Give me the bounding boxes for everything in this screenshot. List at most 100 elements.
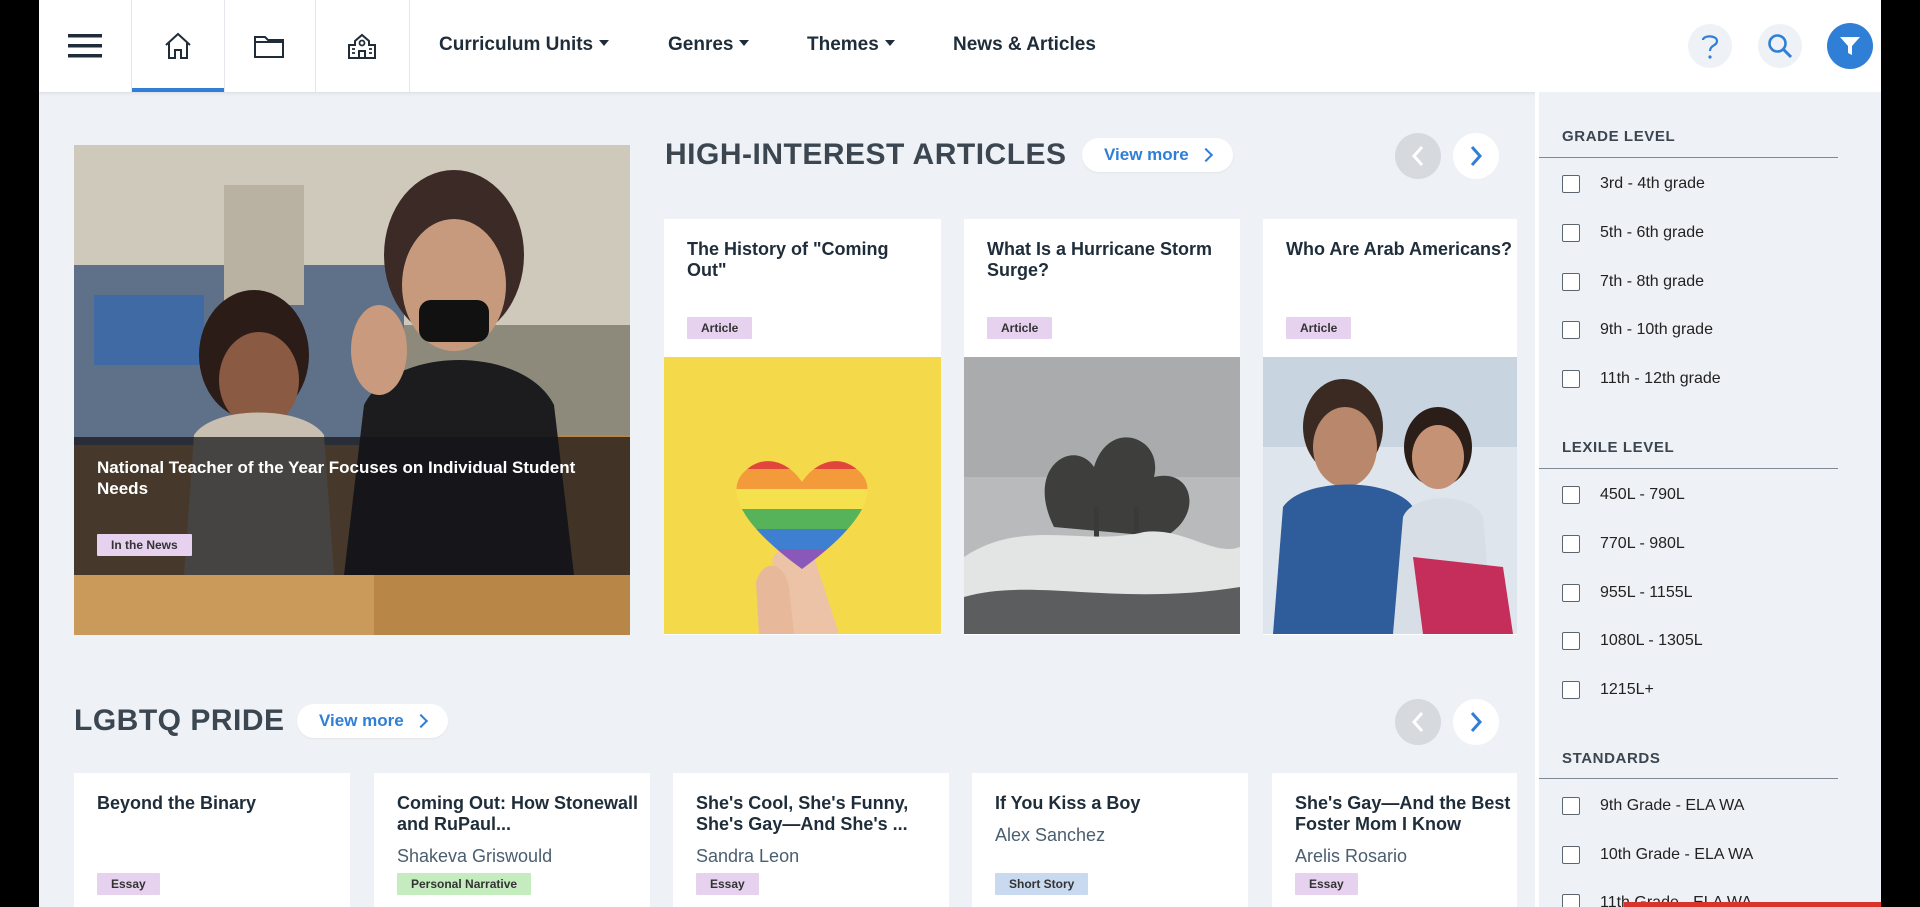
pride-card-author[interactable]: Alex Sanchez bbox=[995, 825, 1105, 846]
filter-button[interactable] bbox=[1827, 23, 1873, 69]
filter-option-lexile[interactable]: 1080L - 1305L bbox=[1562, 632, 1703, 650]
checkbox[interactable] bbox=[1562, 273, 1580, 291]
articles-view-more-button[interactable]: View more bbox=[1082, 138, 1233, 172]
pride-card[interactable]: She's Gay—And the Best Foster Mom I Know… bbox=[1272, 773, 1517, 907]
main-content: National Teacher of the Year Focuses on … bbox=[39, 92, 1535, 907]
articles-prev-button[interactable] bbox=[1395, 133, 1441, 179]
filter-sidebar: GRADE LEVEL 3rd - 4th grade 5th - 6th gr… bbox=[1539, 92, 1881, 907]
nav-genres-label: Genres bbox=[668, 34, 734, 55]
nav-news-articles-label: News & Articles bbox=[953, 34, 1096, 55]
pride-card-tag: Personal Narrative bbox=[397, 873, 532, 895]
featured-article-caption: National Teacher of the Year Focuses on … bbox=[74, 437, 630, 575]
pride-card-author[interactable]: Sandra Leon bbox=[696, 846, 799, 867]
checkbox[interactable] bbox=[1562, 894, 1580, 907]
nav-curriculum-units-label: Curriculum Units bbox=[439, 34, 594, 55]
filter-option-grade[interactable]: 9th - 10th grade bbox=[1562, 321, 1713, 339]
pride-card-tag-wrap: Essay bbox=[696, 873, 759, 895]
pride-card[interactable]: Coming Out: How Stonewall and RuPaul... … bbox=[374, 773, 650, 907]
filter-divider bbox=[1539, 468, 1838, 469]
pride-card-author[interactable]: Shakeva Griswould bbox=[397, 846, 552, 867]
checkbox[interactable] bbox=[1562, 632, 1580, 650]
article-card-tag: Article bbox=[1286, 317, 1352, 339]
pride-card[interactable]: She's Cool, She's Funny, She's Gay—And S… bbox=[673, 773, 949, 907]
article-card-image bbox=[1263, 357, 1517, 634]
checkbox[interactable] bbox=[1562, 797, 1580, 815]
search-icon bbox=[1768, 34, 1793, 59]
featured-article-title[interactable]: National Teacher of the Year Focuses on … bbox=[97, 457, 577, 499]
high-interest-articles-heading: HIGH-INTEREST ARTICLES bbox=[665, 138, 1067, 171]
article-card-tag: Article bbox=[687, 317, 753, 339]
library-tab[interactable] bbox=[223, 0, 316, 92]
checkbox[interactable] bbox=[1562, 584, 1580, 602]
filter-option-lexile[interactable]: 450L - 790L bbox=[1562, 486, 1685, 504]
nav-curriculum-units[interactable]: Curriculum Units bbox=[439, 34, 610, 56]
folder-icon bbox=[254, 36, 284, 58]
caret-down-icon bbox=[599, 40, 610, 46]
filter-option-label: 11th - 12th grade bbox=[1600, 370, 1721, 387]
pride-card-tag-wrap: Personal Narrative bbox=[397, 873, 532, 895]
featured-article-tag-wrap: In the News bbox=[97, 534, 192, 556]
filter-option-grade[interactable]: 7th - 8th grade bbox=[1562, 273, 1704, 291]
nav-news-articles[interactable]: News & Articles bbox=[953, 34, 1096, 56]
checkbox[interactable] bbox=[1562, 321, 1580, 339]
filter-icon bbox=[1840, 37, 1860, 55]
checkbox[interactable] bbox=[1562, 224, 1580, 242]
pride-card[interactable]: If You Kiss a Boy Alex Sanchez Short Sto… bbox=[972, 773, 1248, 907]
filter-option-grade[interactable]: 5th - 6th grade bbox=[1562, 224, 1704, 242]
hamburger-icon bbox=[68, 34, 102, 58]
featured-article-card[interactable]: National Teacher of the Year Focuses on … bbox=[74, 145, 630, 635]
filter-option-standard[interactable]: 9th Grade - ELA WA bbox=[1562, 797, 1744, 815]
rainbow-heart-image bbox=[664, 357, 941, 634]
filter-option-grade[interactable]: 3rd - 4th grade bbox=[1562, 175, 1705, 193]
pride-card-tag: Short Story bbox=[995, 873, 1089, 895]
pride-card[interactable]: Beyond the Binary Essay bbox=[74, 773, 350, 907]
search-button[interactable] bbox=[1758, 24, 1802, 68]
pride-card-title: Coming Out: How Stonewall and RuPaul... bbox=[397, 793, 638, 834]
article-card-tag-wrap: Article bbox=[1286, 317, 1352, 339]
articles-next-button[interactable] bbox=[1453, 133, 1499, 179]
checkbox[interactable] bbox=[1562, 846, 1580, 864]
checkbox[interactable] bbox=[1562, 370, 1580, 388]
filter-option-lexile[interactable]: 770L - 980L bbox=[1562, 535, 1685, 553]
home-icon bbox=[165, 32, 191, 59]
home-tab[interactable] bbox=[131, 0, 225, 92]
bottom-accent-bar bbox=[1624, 902, 1881, 907]
nav-genres[interactable]: Genres bbox=[668, 34, 750, 56]
pride-view-more-button[interactable]: View more bbox=[297, 704, 448, 738]
filter-option-lexile[interactable]: 955L - 1155L bbox=[1562, 584, 1693, 602]
pride-card-author[interactable]: Arelis Rosario bbox=[1295, 846, 1407, 867]
article-card[interactable]: Who Are Arab Americans? Article bbox=[1263, 219, 1517, 635]
filter-option-grade[interactable]: 11th - 12th grade bbox=[1562, 370, 1721, 388]
pride-next-button[interactable] bbox=[1453, 699, 1499, 745]
article-card[interactable]: The History of "Coming Out" Article bbox=[664, 219, 941, 635]
article-card-title: Who Are Arab Americans? bbox=[1286, 239, 1513, 259]
pride-card-title: She's Gay—And the Best Foster Mom I Know bbox=[1295, 793, 1511, 834]
caret-down-icon bbox=[884, 40, 895, 46]
checkbox[interactable] bbox=[1562, 175, 1580, 193]
checkbox[interactable] bbox=[1562, 486, 1580, 504]
filter-option-label: 9th - 10th grade bbox=[1600, 321, 1713, 338]
pride-card-title: Beyond the Binary bbox=[97, 793, 257, 813]
pride-prev-button[interactable] bbox=[1395, 699, 1441, 745]
chevron-right-icon bbox=[1470, 712, 1483, 732]
pride-card-title: If You Kiss a Boy bbox=[995, 793, 1141, 813]
filter-option-standard[interactable]: 10th Grade - ELA WA bbox=[1562, 846, 1753, 864]
help-button[interactable] bbox=[1688, 24, 1732, 68]
chevron-left-icon bbox=[1411, 712, 1424, 732]
checkbox[interactable] bbox=[1562, 535, 1580, 553]
article-card[interactable]: What Is a Hurricane Storm Surge? Article bbox=[964, 219, 1240, 635]
school-tab[interactable] bbox=[315, 0, 410, 92]
nav-themes-label: Themes bbox=[807, 34, 879, 55]
pride-card-tag-wrap: Essay bbox=[97, 873, 160, 895]
filter-option-label: 450L - 790L bbox=[1600, 486, 1685, 503]
filter-option-label: 9th Grade - ELA WA bbox=[1600, 797, 1745, 814]
pride-card-title: She's Cool, She's Funny, She's Gay—And S… bbox=[696, 793, 909, 834]
filter-option-lexile[interactable]: 1215L+ bbox=[1562, 681, 1654, 699]
checkbox[interactable] bbox=[1562, 681, 1580, 699]
pride-card-tag: Essay bbox=[696, 873, 759, 895]
article-card-tag: Article bbox=[987, 317, 1053, 339]
hamburger-menu-button[interactable] bbox=[39, 0, 131, 92]
filter-option-label: 7th - 8th grade bbox=[1600, 273, 1705, 290]
nav-themes[interactable]: Themes bbox=[807, 34, 895, 56]
pride-card-tag-wrap: Essay bbox=[1295, 873, 1358, 895]
